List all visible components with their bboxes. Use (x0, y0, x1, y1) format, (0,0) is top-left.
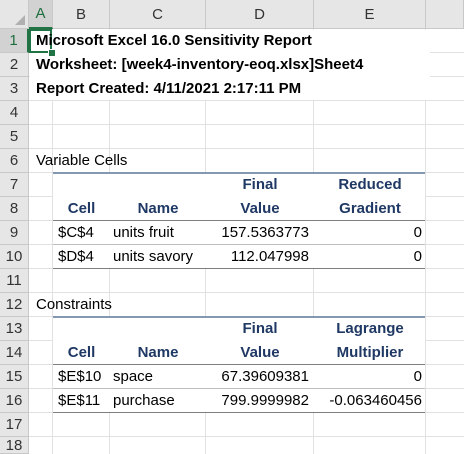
column-header-e[interactable]: E (314, 0, 426, 29)
vc-row1-gradient: 0 (413, 224, 422, 241)
c-row2-multiplier: -0.063460456 (329, 392, 422, 409)
vc-final-header: Final (242, 176, 278, 193)
row-header-2[interactable]: 2 (0, 53, 29, 77)
row-header-13[interactable]: 13 (0, 317, 29, 341)
column-header-b[interactable]: B (53, 0, 110, 29)
constraints-label: Constraints (36, 296, 112, 313)
vc-bottom-rule (53, 268, 425, 269)
c-final-header: Final (242, 320, 278, 337)
spreadsheet-grid[interactable]: A B C D E 1 2 3 4 5 6 7 8 9 10 11 12 13 … (0, 0, 464, 454)
report-title: Microsoft Excel 16.0 Sensitivity Report (36, 32, 312, 49)
c-row2-name: purchase (113, 392, 175, 409)
vc-reduced-header: Reduced (338, 176, 402, 193)
column-header-a[interactable]: A (29, 0, 53, 29)
row-header-18[interactable]: 18 (0, 437, 29, 454)
column-header-c[interactable]: C (110, 0, 206, 29)
vc-gradient-header: Gradient (339, 200, 401, 217)
vc-cell-header: Cell (67, 200, 96, 217)
vc-row2-value: 112.047998 (230, 248, 309, 265)
vc-row1-name: units fruit (113, 224, 174, 241)
row-header-11[interactable]: 11 (0, 269, 29, 293)
c-row1-cell: $E$10 (58, 368, 102, 385)
c-cell-header: Cell (67, 344, 96, 361)
c-multiplier-header: Multiplier (336, 344, 404, 361)
row-header-8[interactable]: 8 (0, 197, 29, 221)
row-header-1[interactable]: 1 (0, 29, 29, 53)
variable-cells-label: Variable Cells (36, 152, 128, 169)
select-all-corner[interactable] (0, 0, 29, 29)
vc-row2-gradient: 0 (413, 248, 422, 265)
c-name-header: Name (137, 344, 179, 361)
c-bottom-rule (53, 412, 425, 413)
row-header-17[interactable]: 17 (0, 413, 29, 437)
report-worksheet: Worksheet: [week4-inventory-eoq.xlsx]She… (36, 56, 364, 73)
row-header-7[interactable]: 7 (0, 173, 29, 197)
column-header-d[interactable]: D (206, 0, 314, 29)
row-header-16[interactable]: 16 (0, 389, 29, 413)
row-header-10[interactable]: 10 (0, 245, 29, 269)
report-created: Report Created: 4/11/2021 2:17:11 PM (36, 80, 302, 97)
c-row1-value: 67.39609381 (221, 368, 309, 385)
row-header-9[interactable]: 9 (0, 221, 29, 245)
row-header-4[interactable]: 4 (0, 101, 29, 125)
row-header-6[interactable]: 6 (0, 149, 29, 173)
row-header-15[interactable]: 15 (0, 365, 29, 389)
vc-name-header: Name (137, 200, 179, 217)
vc-row2-name: units savory (113, 248, 194, 265)
c-row1-name: space (113, 368, 154, 385)
vc-row1-value: 157.5363773 (221, 224, 309, 241)
c-lagrange-header: Lagrange (336, 320, 404, 337)
vc-value-header: Value (240, 200, 280, 217)
row-header-3[interactable]: 3 (0, 77, 29, 101)
c-row2-value: 799.9999982 (221, 392, 309, 409)
row-header-14[interactable]: 14 (0, 341, 29, 365)
row-header-5[interactable]: 5 (0, 125, 29, 149)
c-row1-multiplier: 0 (413, 368, 422, 385)
vc-row2-cell: $D$4 (58, 248, 94, 265)
column-header-f[interactable] (426, 0, 464, 29)
row-header-12[interactable]: 12 (0, 293, 29, 317)
vc-row1-cell: $C$4 (58, 224, 94, 241)
c-value-header: Value (240, 344, 280, 361)
c-row2-cell: $E$11 (58, 392, 101, 409)
